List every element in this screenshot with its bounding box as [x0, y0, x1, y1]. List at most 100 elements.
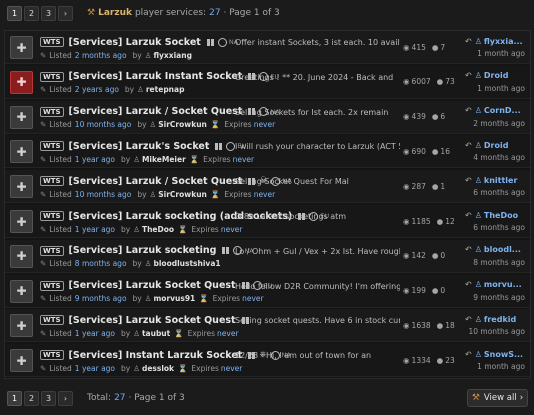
view-all-button[interactable]: ⚒ View all › — [467, 389, 528, 407]
comment-icon: ● — [431, 181, 439, 191]
listing-row[interactable]: ✚ WTS [Services] Larzuk / Socket Quest ☠ NA S… — [5, 170, 530, 204]
last-reply-user[interactable]: flyxxia... — [484, 37, 523, 46]
footer-page-info: · Page 1 of 3 — [128, 393, 185, 403]
avatar[interactable]: ✚ — [10, 349, 33, 373]
last-reply-user[interactable]: Droid — [484, 71, 509, 80]
listing-meta: ✎ Listed 2 years ago by ♙ retepnap — [40, 85, 184, 95]
avatar[interactable]: ✚ — [10, 140, 33, 164]
listing-row[interactable]: ✚ WTS [Services] Larzuk Socket Quest EU Hell… — [5, 274, 530, 308]
listing-snippet: Selling Sockets for Ist each. 2x remain — [235, 107, 389, 117]
listing-user[interactable]: morvus91 — [153, 294, 195, 303]
last-reply-user[interactable]: morvu... — [484, 280, 522, 289]
avatar[interactable]: ✚ — [10, 70, 33, 94]
by-label: by — [121, 363, 131, 373]
by-label: by — [137, 120, 147, 130]
listing-row[interactable]: ✚ WTS [Services] Larzuk Socket NA Offer inst… — [5, 31, 530, 64]
view-all-label: View all — [483, 393, 517, 403]
eye-icon: ◉ — [403, 216, 410, 226]
pencil-icon: ✎ — [40, 154, 47, 164]
listing-title[interactable]: [Services] Larzuk Socket Quest — [69, 280, 236, 291]
pencil-icon: ✎ — [40, 85, 47, 95]
listing-title[interactable]: [Services] Larzuk / Socket Quest — [69, 176, 243, 187]
view-count: 439 — [411, 112, 426, 122]
listing-user[interactable]: bloodlustshiva1 — [153, 259, 220, 268]
next-page-button[interactable]: › — [58, 390, 73, 406]
breadcrumb-game[interactable]: Larzuk — [98, 8, 132, 18]
last-reply-user[interactable]: fredkid — [484, 315, 516, 324]
user-icon: ♙ — [133, 224, 140, 234]
listing-stats: ◉ 439 ● 6 — [403, 111, 463, 123]
last-reply-user[interactable]: SnowS... — [484, 350, 523, 359]
listing-snippet: Lo / Ohm + Gul / Vex + 2x Ist. Have roug… — [235, 246, 400, 256]
listing-title[interactable]: [Services] Larzuk Socket Quest — [69, 315, 236, 326]
listing-row[interactable]: ✚ WTS [Services] Larzuk Socket Quest Sellin… — [5, 309, 530, 343]
avatar[interactable]: ✚ — [10, 244, 33, 268]
listing-title[interactable]: [Services] Instant Larzuk Socket — [69, 350, 243, 361]
last-reply-user[interactable]: knittler — [484, 176, 518, 185]
expires-label: Expires — [224, 189, 252, 199]
listed-label: Listed — [49, 50, 72, 60]
listing-user[interactable]: flyxxiang — [153, 51, 191, 60]
listing-user[interactable]: MikeMeier — [142, 155, 186, 164]
listing-row[interactable]: ✚ WTS [Services] Larzuk Instant Socket EU Gr… — [5, 65, 530, 99]
last-reply: ↶ ♙ Droid 1 month ago — [465, 70, 529, 96]
pencil-icon: ✎ — [40, 294, 47, 304]
last-reply-user[interactable]: Droid — [484, 141, 509, 150]
next-page-button[interactable]: › — [58, 5, 73, 21]
listing-row[interactable]: ✚ WTS [Services] Larzuk socketing NA Lo / Oh… — [5, 239, 530, 273]
user-icon: ♙ — [474, 245, 482, 255]
listing-snippet: Greetings ! ** 20. June 2024 - Back and — [235, 72, 394, 82]
avatar[interactable]: ✚ — [10, 279, 33, 303]
reply-icon: ↶ — [465, 71, 472, 81]
listing-user[interactable]: SirCrowkun — [158, 120, 207, 129]
last-reply-user[interactable]: TheDoo — [484, 211, 518, 220]
expires-value: never — [217, 328, 239, 338]
last-reply-user[interactable]: bloodl... — [484, 245, 521, 254]
expires-value: never — [220, 224, 243, 234]
by-label: by — [121, 154, 131, 164]
listing-stats: ◉ 199 ● 0 — [403, 285, 463, 297]
by-label: by — [121, 224, 131, 234]
page-1-button[interactable]: 1 — [7, 5, 22, 21]
user-icon: ♙ — [474, 36, 482, 46]
breadcrumb-page-info: · Page 1 of 3 — [223, 8, 280, 18]
listing-row[interactable]: ✚ WTS [Services] Larzuk socketing (add soc… — [5, 205, 530, 238]
listing-title[interactable]: [Services] Larzuk / Socket Quest — [69, 106, 243, 117]
avatar[interactable]: ✚ — [10, 105, 33, 129]
wts-badge: WTS — [40, 211, 64, 221]
last-reply-time: 9 months ago — [473, 292, 525, 302]
last-reply-user[interactable]: CornD... — [484, 106, 521, 115]
avatar[interactable]: ✚ — [10, 314, 33, 338]
last-reply: ↶ ♙ CornD... 2 months ago — [465, 105, 529, 131]
last-reply-line: ↶ ♙ flyxxia... — [465, 35, 529, 47]
avatar[interactable]: ✚ — [10, 175, 33, 199]
avatar[interactable]: ✚ — [10, 210, 33, 233]
listing-user[interactable]: SirCrowkun — [158, 190, 207, 199]
page-3-button[interactable]: 3 — [41, 390, 56, 406]
view-count: 142 — [411, 251, 426, 261]
listing-user[interactable]: retepnap — [146, 85, 185, 94]
avatar[interactable]: ✚ — [10, 36, 33, 59]
listed-label: Listed — [49, 85, 72, 95]
listing-title[interactable]: [Services] Larzuk's Socket — [69, 141, 210, 152]
listing-user[interactable]: desslok — [142, 364, 174, 373]
listing-row[interactable]: ✚ WTS [Services] Larzuk / Socket Quest NA Se… — [5, 100, 530, 134]
page-2-button[interactable]: 2 — [24, 5, 39, 21]
page-1-button[interactable]: 1 — [7, 390, 22, 406]
pencil-icon: ✎ — [40, 259, 47, 269]
pencil-icon: ✎ — [40, 189, 47, 199]
page-2-button[interactable]: 2 — [24, 390, 39, 406]
last-reply-time: 1 month ago — [477, 49, 525, 58]
user-icon: ♙ — [144, 259, 152, 269]
listing-user[interactable]: taubut — [142, 329, 170, 338]
reply-count: 6 — [440, 112, 446, 122]
listing-row[interactable]: ✚ WTS [Services] Instant Larzuk Socket ⎈ NA 1… — [5, 344, 530, 378]
listing-title[interactable]: [Services] Larzuk Instant Socket — [69, 71, 243, 82]
listing-row[interactable]: ✚ WTS [Services] Larzuk's Socket EU I will r… — [5, 135, 530, 169]
listing-title[interactable]: [Services] Larzuk Socket — [69, 37, 201, 48]
listing-snippet: Hello fellow D2R Community! I'm offering — [235, 281, 400, 291]
page-3-button[interactable]: 3 — [41, 5, 56, 21]
listing-list: ✚ WTS [Services] Larzuk Socket NA Offer inst… — [4, 30, 531, 379]
listing-user[interactable]: TheDoo — [142, 225, 174, 234]
listing-title[interactable]: [Services] Larzuk socketing — [69, 245, 217, 256]
